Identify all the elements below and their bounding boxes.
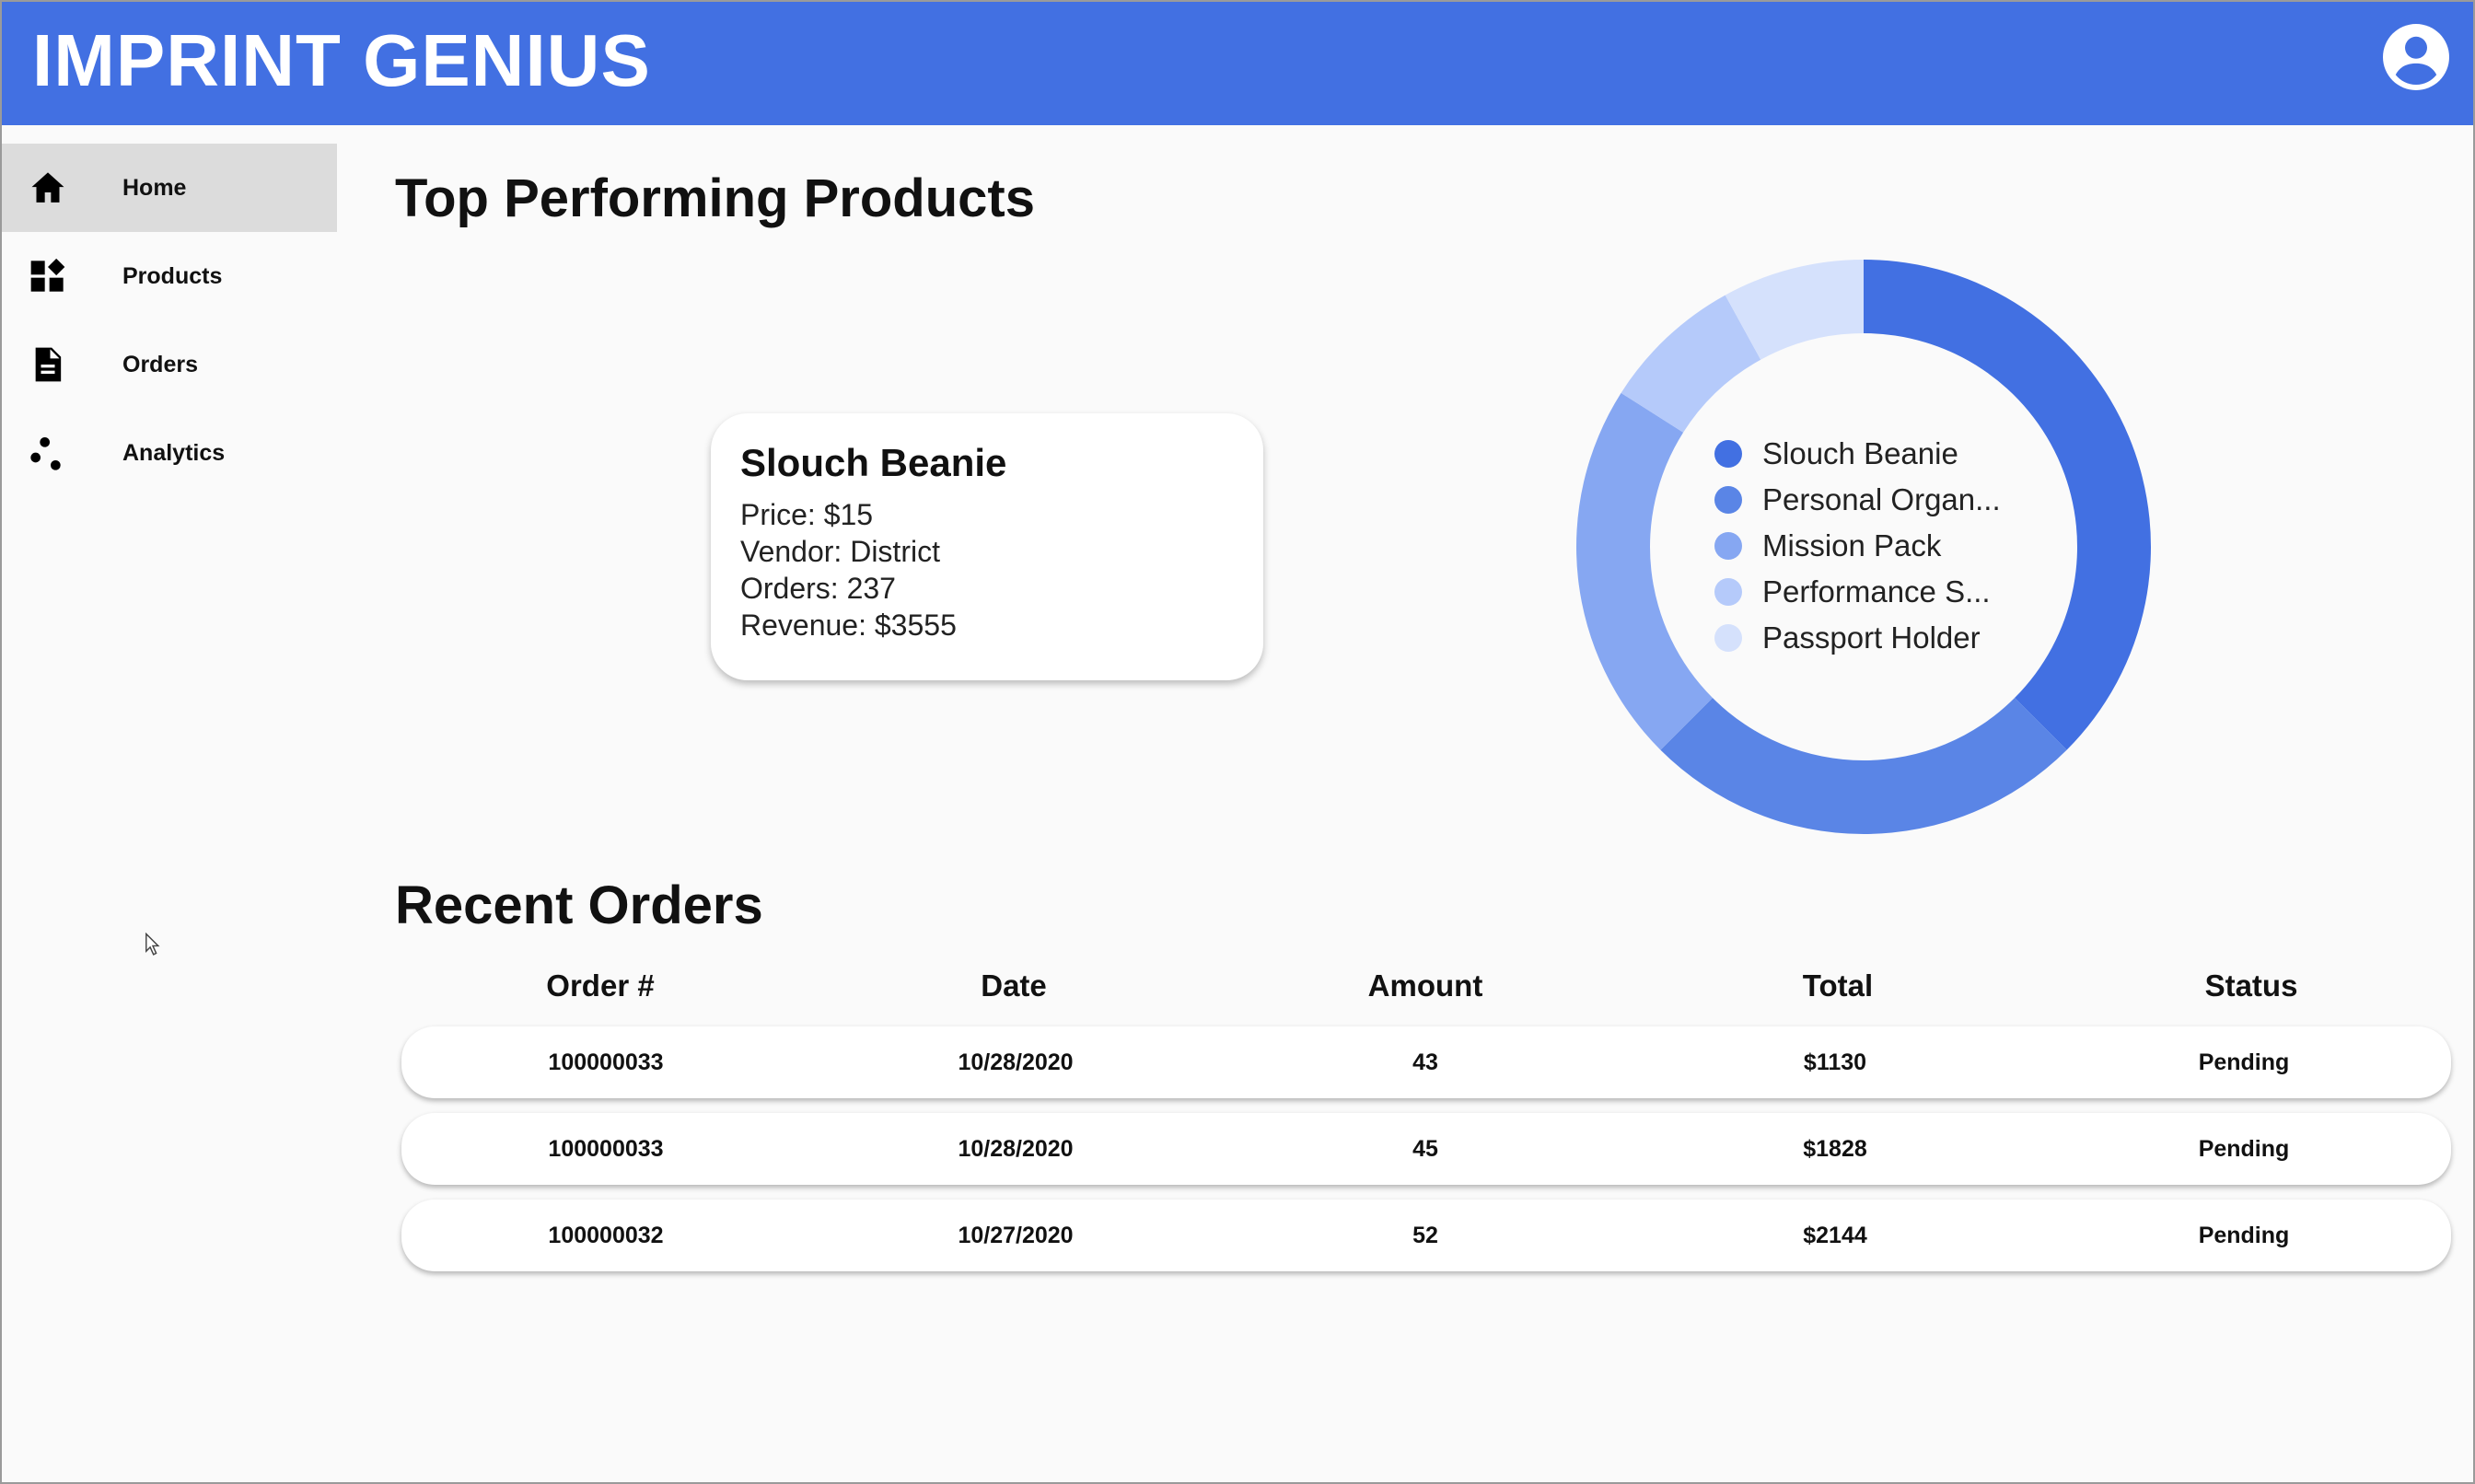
status-cell: Pending <box>2198 1136 2290 1162</box>
widgets-icon <box>30 258 65 292</box>
order-number-cell: 100000033 <box>548 1136 664 1162</box>
app-window: IMPRINT GENIUS Home Products Orders Anal… <box>0 0 2475 1484</box>
legend-label: Performance S... <box>1762 574 1991 609</box>
product-card[interactable]: Slouch Beanie Price: $15 Vendor: Distric… <box>711 413 1263 680</box>
order-number-cell: 100000032 <box>548 1223 664 1248</box>
total-cell: $1130 <box>1803 1049 1867 1075</box>
table-row[interactable]: 100000032 10/27/2020 52 $2144 Pending <box>401 1200 2451 1271</box>
sidebar-item-label: Orders <box>122 352 198 377</box>
table-row[interactable]: 100000033 10/28/2020 43 $1130 Pending <box>401 1026 2451 1098</box>
sidebar-nav: Home Products Orders Analytics <box>2 144 337 497</box>
sidebar-item-orders[interactable]: Orders <box>2 320 337 409</box>
total-cell: $2144 <box>1803 1223 1867 1248</box>
column-header-total[interactable]: Total <box>1746 963 1930 1009</box>
date-cell: 10/27/2020 <box>958 1223 1074 1248</box>
document-icon <box>35 347 62 382</box>
product-price: Price: $15 <box>740 498 874 531</box>
home-icon <box>31 172 64 203</box>
donut-slice-3[interactable] <box>1576 392 1713 750</box>
legend-item[interactable]: Performance S... <box>1714 569 2001 615</box>
recent-orders-heading: Recent Orders <box>395 875 763 935</box>
app-title: IMPRINT GENIUS <box>32 19 651 101</box>
legend-label: Mission Pack <box>1762 528 1942 562</box>
donut-slice-2[interactable] <box>1660 698 2067 834</box>
legend-item[interactable]: Mission Pack <box>1714 523 2001 569</box>
sidebar-item-products[interactable]: Products <box>2 232 337 320</box>
date-cell: 10/28/2020 <box>958 1136 1074 1162</box>
legend-item[interactable]: Passport Holder <box>1714 615 2001 661</box>
order-number-cell: 100000033 <box>548 1049 664 1075</box>
top-products-heading: Top Performing Products <box>395 168 1035 228</box>
sidebar-item-home[interactable]: Home <box>2 144 337 232</box>
legend-swatch <box>1714 624 1742 652</box>
legend-swatch <box>1714 440 1742 468</box>
product-orders: Orders: 237 <box>740 572 896 605</box>
amount-cell: 45 <box>1412 1136 1438 1162</box>
top-app-bar: IMPRINT GENIUS <box>2 2 2473 125</box>
legend-swatch <box>1714 532 1742 560</box>
status-cell: Pending <box>2198 1223 2290 1248</box>
sidebar-item-label: Analytics <box>122 440 226 466</box>
status-cell: Pending <box>2198 1049 2290 1075</box>
amount-cell: 43 <box>1412 1049 1438 1075</box>
legend-item[interactable]: Personal Organ... <box>1714 477 2001 523</box>
amount-cell: 52 <box>1412 1223 1438 1248</box>
table-row[interactable]: 100000033 10/28/2020 45 $1828 Pending <box>401 1113 2451 1185</box>
sidebar-item-label: Products <box>122 263 223 289</box>
mouse-pointer-icon <box>145 933 160 956</box>
legend-label: Personal Organ... <box>1762 482 2001 516</box>
scatter-dots-icon <box>30 437 61 470</box>
account-circle-icon[interactable] <box>2383 24 2449 90</box>
chart-legend: Slouch Beanie Personal Organ... Mission … <box>1714 431 2001 661</box>
product-revenue: Revenue: $3555 <box>740 609 957 642</box>
column-header-status[interactable]: Status <box>2159 963 2343 1009</box>
legend-swatch <box>1714 578 1742 606</box>
product-vendor: Vendor: District <box>740 535 940 568</box>
legend-label: Passport Holder <box>1762 620 1981 655</box>
legend-item[interactable]: Slouch Beanie <box>1714 431 2001 477</box>
column-header-date[interactable]: Date <box>922 963 1106 1009</box>
legend-label: Slouch Beanie <box>1762 436 1958 470</box>
sidebar-item-label: Home <box>122 175 187 201</box>
total-cell: $1828 <box>1803 1136 1867 1162</box>
column-header-amount[interactable]: Amount <box>1333 963 1517 1009</box>
column-header-order[interactable]: Order # <box>508 963 692 1009</box>
legend-swatch <box>1714 486 1742 514</box>
product-name: Slouch Beanie <box>740 441 1007 484</box>
sidebar-item-analytics[interactable]: Analytics <box>2 409 337 497</box>
date-cell: 10/28/2020 <box>958 1049 1074 1075</box>
